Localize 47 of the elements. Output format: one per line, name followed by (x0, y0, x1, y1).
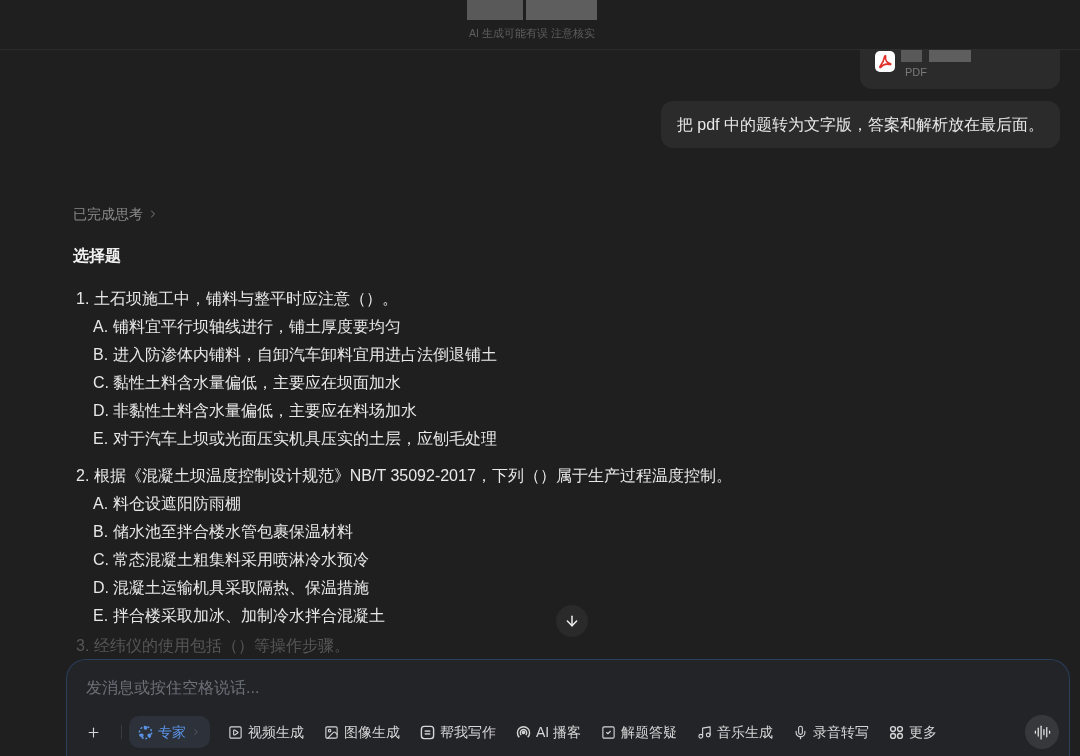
answer-option: B. 进入防渗体内铺料，自卸汽车卸料宜用进占法倒退铺土 (93, 341, 497, 369)
grid-icon (889, 724, 905, 740)
file-type-label: PDF (905, 65, 928, 79)
voice-button[interactable] (1025, 715, 1059, 749)
audio-wave-icon (1033, 723, 1051, 741)
toolbar-button[interactable]: 视频生成 (222, 716, 310, 748)
check-square-icon (601, 724, 617, 740)
user-message-bubble: 把 pdf 中的题转为文字版，答案和解析放在最后面。 (660, 101, 1060, 148)
play-square-icon (228, 724, 243, 740)
blurred-block (467, 0, 523, 20)
question-text: 2. 根据《混凝土坝温度控制设计规范》NB/T 35092-2017，下列（）属于生产过程温度控制。 (75, 466, 732, 486)
toolbar-button[interactable]: AI 播客 (510, 716, 588, 748)
microphone-icon (793, 724, 809, 740)
toolbar-button[interactable]: 解题答疑 (595, 716, 684, 748)
add-button[interactable] (86, 724, 101, 740)
toolbar-button[interactable]: 录音转写 (787, 716, 876, 748)
thinking-status-toggle[interactable]: 已完成思考 (73, 204, 159, 224)
pdf-file-icon (875, 51, 895, 72)
music-note-icon (697, 724, 713, 740)
message-input[interactable]: 发消息或按住空格说话... (86, 677, 686, 699)
answer-option: D. 非黏性土料含水量偏低，主要应在料场加水 (93, 397, 418, 425)
answer-option: C. 黏性土料含水量偏低，主要应在坝面加水 (93, 369, 402, 397)
answer-option: A. 铺料宜平行坝轴线进行，铺土厚度要均匀 (93, 313, 401, 341)
arrow-down-icon (564, 613, 580, 629)
answer-option: A. 料仓设遮阳防雨棚 (93, 490, 241, 518)
blurred-block (901, 50, 922, 62)
toolbar-button[interactable]: 更多 (883, 716, 944, 748)
blurred-block (929, 50, 971, 62)
question-text: 1. 土石坝施工中，铺料与整平时应注意（）。 (75, 289, 398, 309)
plus-icon (86, 724, 101, 740)
answer-option: E. 对于汽车上坝或光面压实机具压实的土层，应刨毛处理 (93, 425, 497, 453)
toolbar-button[interactable]: 音乐生成 (691, 716, 780, 748)
chevron-right-icon (191, 727, 201, 737)
broadcast-icon (516, 724, 531, 740)
dotted-circle-icon (138, 724, 153, 740)
scroll-down-button[interactable] (556, 605, 588, 637)
section-heading: 选择题 (73, 246, 121, 266)
toolbar-button[interactable]: 帮我写作 (414, 716, 502, 748)
text-square-icon (420, 724, 435, 740)
toolbar-button[interactable]: 专家 (129, 716, 210, 748)
image-icon (324, 724, 339, 740)
answer-option: D. 混凝土运输机具采取隔热、保温措施 (93, 574, 370, 602)
answer-option: C. 常态混凝土粗集料采用喷淋冷水预冷 (93, 546, 370, 574)
answer-option: E. 拌合楼采取加冰、加制冷水拌合混凝土 (93, 602, 385, 630)
answer-option: B. 储水池至拌合楼水管包裹保温材料 (93, 518, 353, 546)
blurred-block (526, 0, 597, 20)
toolbar-button[interactable]: 图像生成 (318, 716, 406, 748)
